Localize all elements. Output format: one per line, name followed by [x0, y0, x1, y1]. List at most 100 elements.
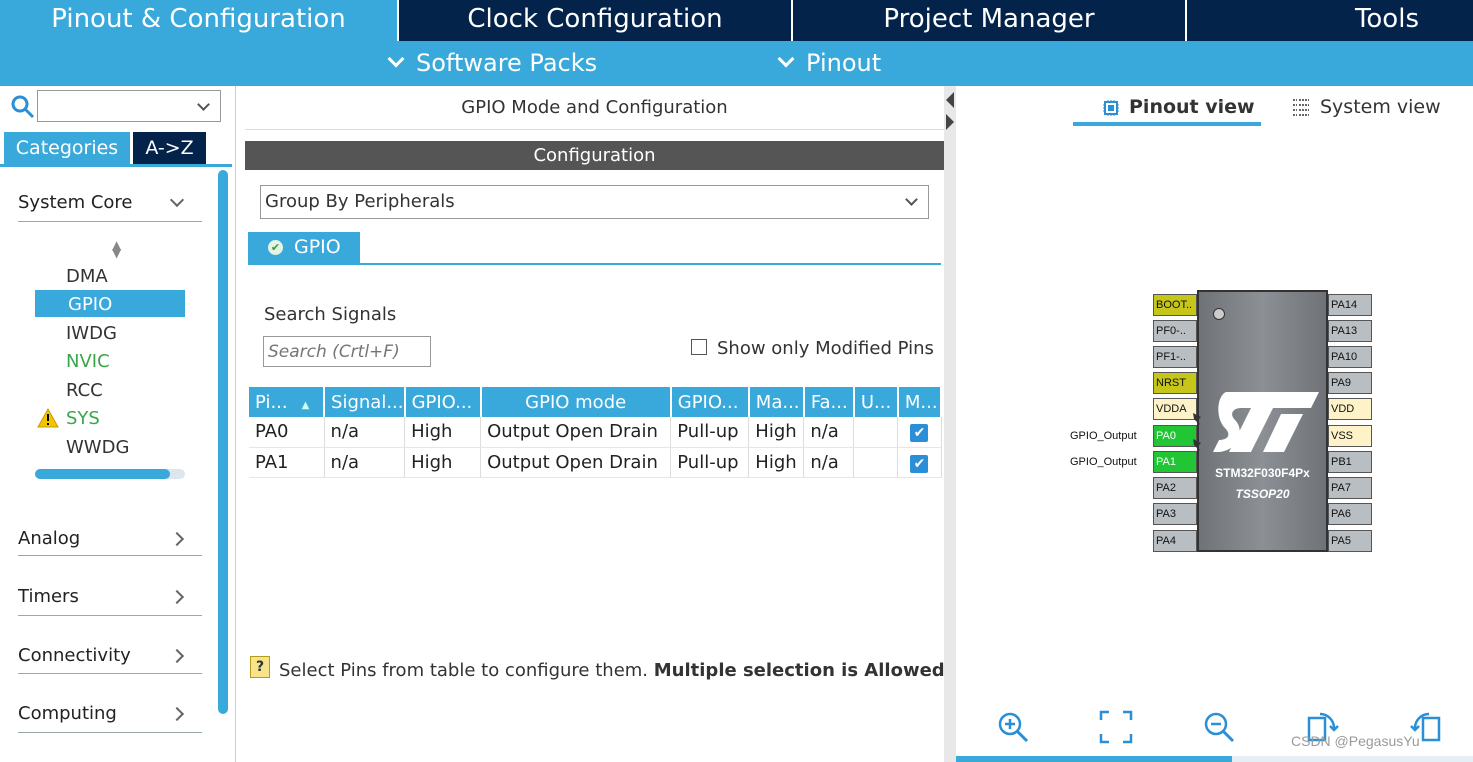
chevron-down-icon [197, 98, 210, 111]
list-item-rcc[interactable]: RCC [66, 380, 103, 401]
chevron-right-icon [169, 589, 185, 605]
tab-clock-configuration[interactable]: Clock Configuration [399, 0, 791, 41]
chevron-right-icon [169, 531, 185, 547]
mcu-chip[interactable]: STM32F030F4Px TSSOP20 [1197, 290, 1328, 552]
cell-gpio-pull: Pull-up [670, 447, 750, 478]
cell-user-label [853, 417, 899, 448]
pin-pa2[interactable]: PA2 [1153, 477, 1197, 499]
sort-icon[interactable]: ▲ ▼ [112, 239, 121, 259]
group-computing[interactable]: Computing [18, 703, 202, 733]
cell-gpio-pull: Pull-up [670, 417, 750, 448]
pin-pa7[interactable]: PA7 [1328, 477, 1372, 499]
column-header-signal[interactable]: Signal... [324, 387, 406, 417]
tab-tools[interactable]: Tools [1187, 0, 1473, 41]
zoom-out-icon[interactable] [1202, 710, 1236, 744]
pushpin-icon [1193, 413, 1201, 425]
vertical-scrollbar[interactable] [218, 170, 228, 714]
search-signals-input[interactable] [263, 336, 431, 367]
column-header-modified[interactable]: M... [897, 387, 943, 417]
list-item-nvic[interactable]: NVIC [66, 351, 110, 372]
column-header-fast-mode[interactable]: Fa... [803, 387, 855, 417]
watermark: CSDN @PegasusYu [1291, 733, 1420, 749]
pin-pf1[interactable]: PF1-.. [1153, 346, 1197, 368]
group-analog[interactable]: Analog [18, 528, 202, 556]
group-connectivity[interactable]: Connectivity [18, 645, 202, 674]
list-item-iwdg[interactable]: IWDG [66, 323, 117, 344]
panel-splitter[interactable] [944, 86, 956, 762]
cell-modified[interactable]: ✔ [897, 447, 942, 478]
group-by-select[interactable]: Group By Peripherals [260, 185, 929, 219]
pinout-menu[interactable]: Pinout [777, 41, 881, 86]
column-header-user-label[interactable]: U... [853, 387, 899, 417]
cell-modified[interactable]: ✔ [897, 417, 942, 448]
column-header-gpio-pull[interactable]: GPIO... [670, 387, 750, 417]
list-item-wwdg[interactable]: WWDG [66, 437, 129, 458]
scrollbar-thumb[interactable] [956, 756, 1232, 762]
pin-pa3[interactable]: PA3 [1153, 503, 1197, 525]
cell-signal: n/a [324, 447, 406, 478]
group-timers[interactable]: Timers [18, 586, 202, 616]
tab-pinout-configuration[interactable]: Pinout & Configuration [0, 0, 397, 41]
column-header-gpio-mode[interactable]: GPIO mode [480, 387, 672, 417]
pin-pb1[interactable]: PB1 [1328, 451, 1372, 473]
pin-vss[interactable]: VSS [1328, 425, 1372, 447]
pin-pf0[interactable]: PF0-.. [1153, 320, 1197, 342]
gpio-configuration-panel: GPIO Mode and Configuration Configuratio… [245, 86, 952, 762]
cell-max-speed: High [748, 417, 805, 448]
pin-vdd[interactable]: VDD [1328, 398, 1372, 420]
chip-name: STM32F030F4Px [1215, 466, 1310, 480]
checkbox-checked-icon[interactable]: ✔ [910, 454, 929, 473]
collapse-left-icon[interactable] [946, 92, 954, 108]
gpio-tab-label: GPIO [294, 236, 341, 258]
table-row[interactable]: PA0 n/a High Output Open Drain Pull-up H… [249, 417, 942, 448]
pin-pa4[interactable]: PA4 [1153, 530, 1197, 552]
cell-fast-mode: n/a [803, 447, 855, 478]
component-search-combo[interactable] [37, 90, 221, 122]
pin-boot0[interactable]: BOOT.. [1153, 294, 1197, 316]
pinout-view-panel: Pinout view System view STM32F030F4Px TS… [956, 86, 1473, 762]
categories-panel: Categories A->Z System Core ▲ ▼ DMA GPIO … [0, 86, 236, 762]
group-system-core[interactable]: System Core [18, 192, 202, 222]
pin-pa10[interactable]: PA10 [1328, 346, 1372, 368]
expand-right-icon[interactable] [946, 114, 954, 130]
list-item-dma[interactable]: DMA [66, 266, 108, 287]
pin-pa6[interactable]: PA6 [1328, 503, 1372, 525]
tab-categories[interactable]: Categories [4, 132, 130, 164]
pin-pa13[interactable]: PA13 [1328, 320, 1372, 342]
chevron-down-icon [777, 50, 795, 68]
horizontal-scrollbar[interactable] [35, 469, 185, 479]
column-header-gpio-output-level[interactable]: GPIO... [404, 387, 482, 417]
table-row[interactable]: PA1 n/a High Output Open Drain Pull-up H… [249, 447, 942, 478]
hint-text: Select Pins from table to configure them… [279, 660, 952, 681]
list-item-sys[interactable]: SYS [66, 408, 100, 429]
tab-a-z[interactable]: A->Z [133, 132, 206, 164]
tab-system-view[interactable]: System view [1320, 96, 1441, 118]
cell-signal: n/a [324, 417, 406, 448]
pin-pa14[interactable]: PA14 [1328, 294, 1372, 316]
tab-project-manager[interactable]: Project Manager [793, 0, 1185, 41]
horizontal-scrollbar[interactable] [956, 756, 1473, 762]
fit-to-screen-icon[interactable] [1099, 710, 1133, 744]
checkbox-checked-icon[interactable]: ✔ [910, 424, 929, 443]
show-modified-checkbox[interactable] [691, 339, 707, 355]
pin-pa5[interactable]: PA5 [1328, 530, 1372, 552]
tab-underline [0, 164, 232, 167]
help-icon: ? [250, 656, 270, 678]
cell-gpio-mode: Output Open Drain [480, 417, 672, 448]
main-tab-bar: Pinout & Configuration Clock Configurati… [0, 0, 1473, 41]
chip-icon [1103, 100, 1119, 116]
scrollbar-thumb[interactable] [35, 469, 170, 479]
pin-pa9[interactable]: PA9 [1328, 372, 1372, 394]
list-item-gpio[interactable]: GPIO [68, 294, 112, 315]
pin-pa1[interactable]: PA1 [1153, 451, 1197, 473]
tab-pinout-view[interactable]: Pinout view [1129, 96, 1255, 118]
table-header-row: Pi... ▲ Signal... GPIO... GPIO mode GPIO.… [249, 387, 943, 417]
group-by-value: Group By Peripherals [265, 191, 455, 212]
pin-nrst[interactable]: NRST [1153, 372, 1197, 394]
tab-gpio[interactable]: ✔ GPIO [248, 232, 360, 263]
chevron-right-icon [169, 648, 185, 664]
column-header-pin[interactable]: Pi... ▲ [249, 387, 326, 417]
zoom-in-icon[interactable] [996, 710, 1030, 744]
software-packs-menu[interactable]: Software Packs [387, 41, 597, 86]
column-header-max-speed[interactable]: Ma... [748, 387, 805, 417]
